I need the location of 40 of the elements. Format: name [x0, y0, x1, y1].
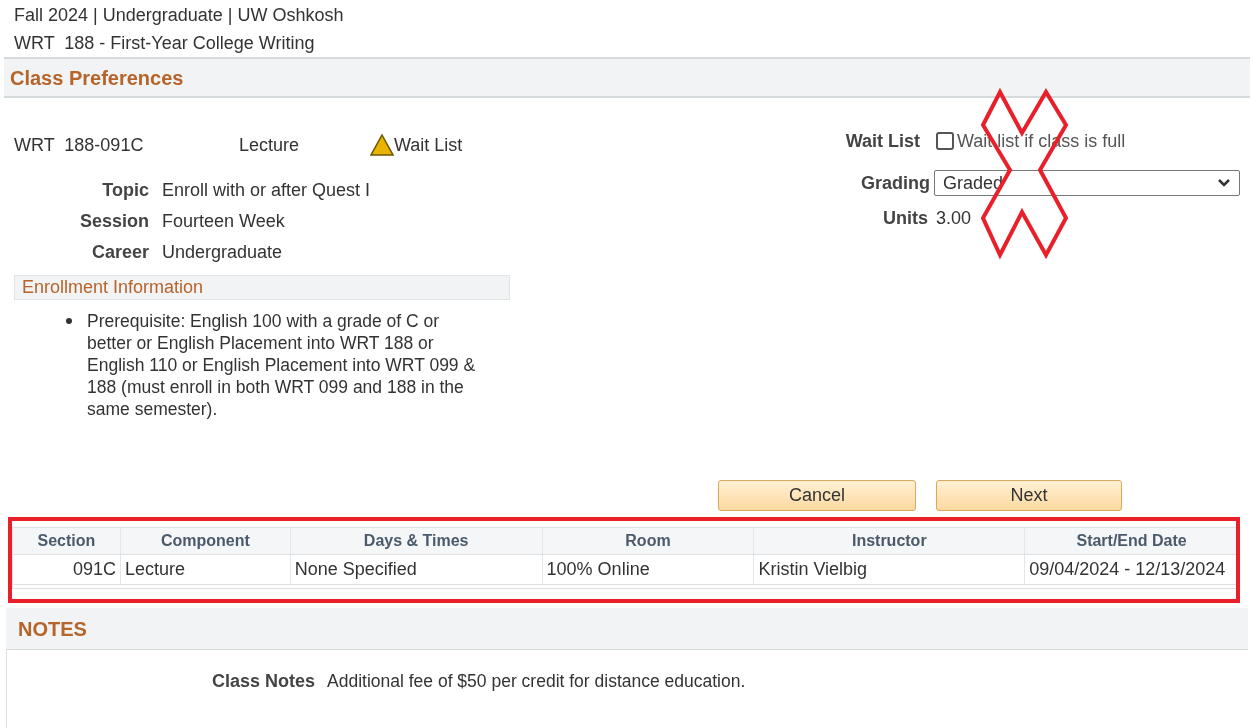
bullet-icon	[66, 318, 72, 324]
field-label: Class Notes	[210, 670, 316, 693]
table-cell: Kristin Vielbig	[754, 555, 1026, 584]
course-title: WRT 188 - First-Year College Writing	[14, 33, 315, 53]
grading-dropdown[interactable]: Graded	[933, 170, 1240, 196]
field-label: Career	[90, 241, 150, 264]
field-label: Topic	[101, 179, 150, 202]
section-title: NOTES	[18, 616, 87, 642]
table-cell: 091C	[13, 555, 121, 584]
table-cell: None Specified	[290, 555, 543, 584]
wait-list-checkbox[interactable]	[936, 132, 954, 150]
column-header: Instructor	[754, 528, 1026, 554]
section-title: Class Preferences	[10, 65, 184, 91]
warning-icon	[370, 134, 394, 156]
field-value: Fourteen Week	[162, 210, 285, 233]
form-button[interactable]: Cancel	[718, 480, 916, 511]
column-header: Room	[542, 528, 755, 554]
field-value: Enroll with or after Quest I	[162, 179, 371, 202]
table-cell: 09/04/2024 - 12/13/2024	[1025, 555, 1239, 584]
column-header: Component	[120, 528, 291, 554]
column-header: Days & Times	[290, 528, 543, 554]
field-label: Grading	[859, 171, 931, 195]
field-value: 3.00	[936, 206, 972, 230]
chevron-down-icon	[1217, 178, 1231, 188]
field-value: Undergraduate	[162, 241, 283, 264]
enrollment-status: Wait List	[394, 133, 463, 157]
field-label: Session	[78, 210, 150, 233]
field-label: Units	[882, 206, 929, 230]
term-line: Fall 2024 | Undergraduate | UW Oshkosh	[14, 5, 344, 25]
column-header: Start/End Date	[1025, 528, 1239, 554]
field-value: Additional fee of $50 per credit for distance education.	[327, 670, 746, 694]
table-cell: 100% Online	[542, 555, 755, 584]
column-header: Section	[13, 528, 121, 554]
form-button[interactable]: Next	[936, 480, 1122, 511]
class-section: WRT 188-091C	[14, 131, 239, 159]
prerequisite-text: Prerequisite: English 100 with a grade of C or better or English Placement into WRT 188 or English 110 or English Placement into WRT 099 & 188 (must enroll in both WRT 099 and 188 in the same semester).	[87, 310, 477, 420]
field-label: Wait List	[844, 129, 921, 153]
subsection-title: Enrollment Information	[22, 276, 204, 299]
class-component: Lecture	[239, 133, 301, 157]
table-cell: Lecture	[120, 555, 291, 584]
